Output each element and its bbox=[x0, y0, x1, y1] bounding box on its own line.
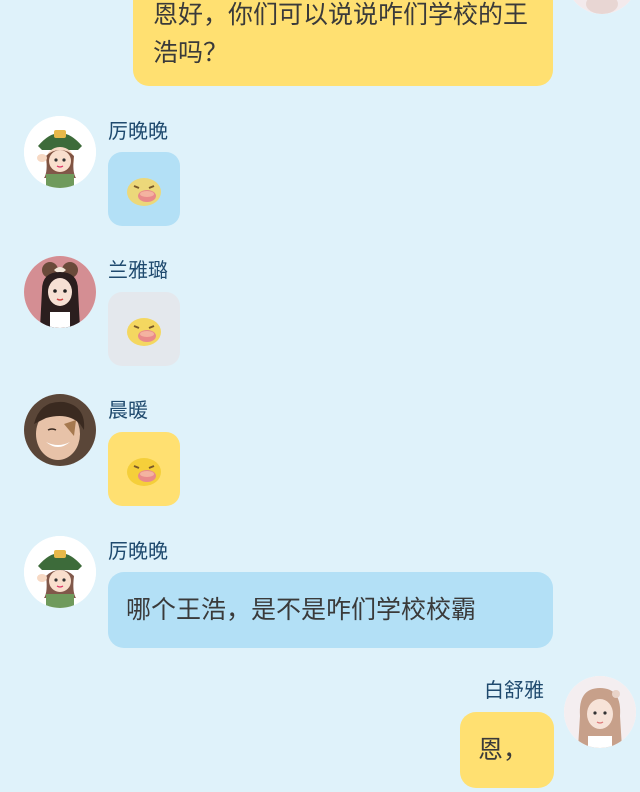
sender-name: 兰雅璐 bbox=[108, 258, 168, 282]
avatar-bai-shuya[interactable] bbox=[564, 676, 636, 748]
sender-name: 厉晚晚 bbox=[108, 539, 168, 563]
sender-name: 厉晚晚 bbox=[108, 119, 168, 143]
message-text: 恩， bbox=[478, 735, 529, 764]
crying-chick-sticker bbox=[127, 318, 161, 346]
sender-name: 晨暖 bbox=[108, 398, 148, 422]
message-text: 恩好，你们可以说说咋们学校的王浩吗？ bbox=[153, 0, 529, 67]
message-text: 哪个王浩，是不是咋们学校校霸 bbox=[126, 595, 477, 624]
sticker-message[interactable] bbox=[108, 292, 180, 366]
avatar-lan-yalu[interactable] bbox=[24, 256, 96, 328]
sticker-message[interactable] bbox=[108, 152, 180, 226]
avatar-self-partial[interactable] bbox=[566, 0, 638, 14]
avatar-li-wanwan[interactable] bbox=[24, 116, 96, 188]
sender-name: 白舒雅 bbox=[484, 678, 544, 702]
crying-chick-sticker bbox=[127, 458, 161, 486]
message-bubble-incoming[interactable]: 哪个王浩，是不是咋们学校校霸 bbox=[108, 572, 553, 648]
avatar-li-wanwan[interactable] bbox=[24, 536, 96, 608]
crying-chick-sticker bbox=[127, 178, 161, 206]
message-bubble-outgoing[interactable]: 恩好，你们可以说说咋们学校的王浩吗？ bbox=[133, 0, 553, 86]
avatar-chen-nuan[interactable] bbox=[24, 394, 96, 466]
sticker-message[interactable] bbox=[108, 432, 180, 506]
message-bubble-outgoing[interactable]: 恩， bbox=[460, 712, 554, 788]
